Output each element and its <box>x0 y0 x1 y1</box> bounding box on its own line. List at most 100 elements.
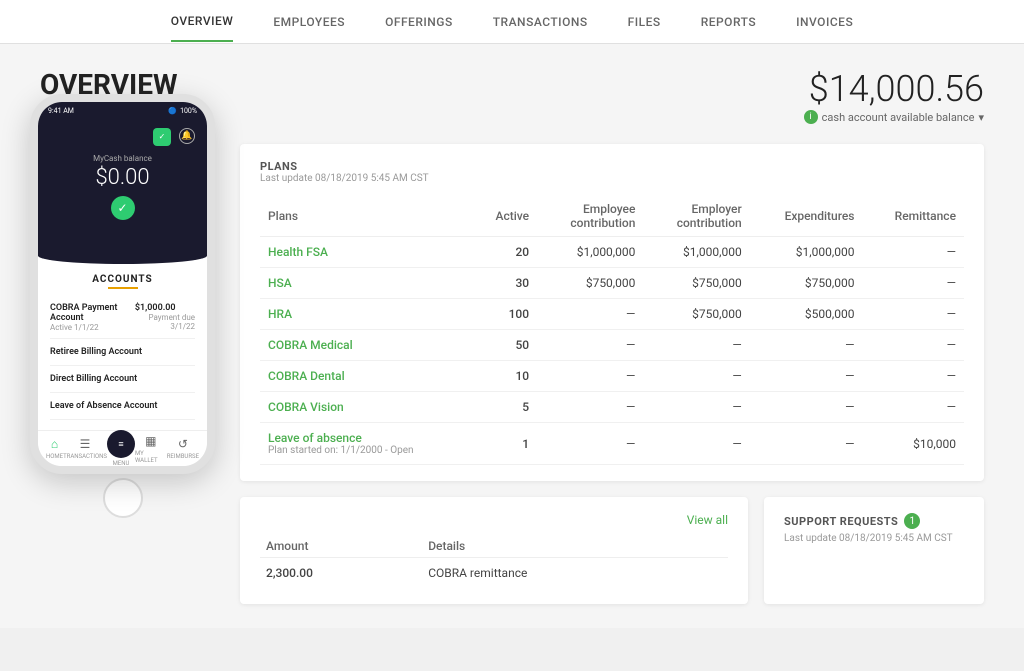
expenditures: — <box>750 423 863 465</box>
top-nav: OVERVIEW EMPLOYEES OFFERINGS TRANSACTION… <box>0 0 1024 44</box>
reimburse-icon: ↺ <box>178 437 188 451</box>
phone-account-direct: Direct Billing Account <box>50 366 195 393</box>
col-details: Details <box>422 535 728 558</box>
phone-account-loa: Leave of Absence Account <box>50 393 195 420</box>
plan-name-link[interactable]: COBRA Vision <box>268 400 344 414</box>
footer-home[interactable]: ⌂ HOME <box>46 437 63 460</box>
employer-contribution: $750,000 <box>643 268 749 299</box>
plan-name-link[interactable]: COBRA Dental <box>268 369 345 383</box>
bell-icon[interactable]: 🔔 <box>179 128 195 144</box>
phone-content: ACCOUNTS COBRA Payment Account Active 1/… <box>38 264 207 430</box>
remittance: — <box>862 237 964 268</box>
footer-transactions[interactable]: ☰ TRANSACTIONS <box>63 437 107 460</box>
table-header-row: Plans Active Employeecontribution Employ… <box>260 196 964 237</box>
plan-name-link[interactable]: Health FSA <box>268 245 328 259</box>
account-amount: $1,000.00 <box>135 303 195 313</box>
menu-button[interactable]: ≡ <box>107 430 135 458</box>
account-amount-block: $1,000.00 Payment due 3/1/22 <box>135 303 195 331</box>
account-info: COBRA Payment Account Active 1/1/22 <box>50 303 135 332</box>
remittance: $10,000 <box>862 423 964 465</box>
plan-name-cell: Health FSA <box>260 237 472 268</box>
transactions-icon: ☰ <box>80 437 91 451</box>
expenditures: $750,000 <box>750 268 863 299</box>
txn-amount: 2,300.00 <box>260 558 422 589</box>
phone-header: ✓ 🔔 MyCash balance $0.00 ✓ <box>38 120 207 248</box>
phone-curve <box>38 248 207 264</box>
plan-name-cell: Leave of absence Plan started on: 1/1/20… <box>260 423 472 465</box>
plans-card: PLANS Last update 08/18/2019 5:45 AM CST… <box>240 144 984 481</box>
expenditures: $500,000 <box>750 299 863 330</box>
col-employee-contribution: Employeecontribution <box>537 196 643 237</box>
nav-invoices[interactable]: INVOICES <box>796 3 853 41</box>
nav-employees[interactable]: EMPLOYEES <box>273 3 345 41</box>
chevron-down-icon: ▾ <box>978 111 984 124</box>
plan-subtext: Plan started on: 1/1/2000 - Open <box>268 445 464 456</box>
plan-name-link[interactable]: COBRA Medical <box>268 338 353 352</box>
phone-account-cobra: COBRA Payment Account Active 1/1/22 $1,0… <box>50 297 195 339</box>
wallet-icon: ▦ <box>145 434 156 448</box>
remittance: — <box>862 361 964 392</box>
employer-contribution: — <box>643 361 749 392</box>
employee-contribution: $750,000 <box>537 268 643 299</box>
plan-name-link[interactable]: Leave of absence <box>268 431 362 445</box>
nav-offerings[interactable]: OFFERINGS <box>385 3 453 41</box>
employer-contribution: $750,000 <box>643 299 749 330</box>
plan-active-count: 30 <box>472 268 537 299</box>
view-all-link[interactable]: View all <box>687 513 728 527</box>
view-all-row: View all <box>260 513 728 527</box>
col-active: Active <box>472 196 537 237</box>
remittance: — <box>862 330 964 361</box>
check-circle-icon[interactable]: ✓ <box>111 196 135 220</box>
phone-mockup: 9:41 AM 🔵 100% ✓ 🔔 MyCash balance $0.00 … <box>30 94 215 522</box>
phone-account-retiree: Retiree Billing Account <box>50 339 195 366</box>
support-header: SUPPORT REQUESTS 1 <box>784 513 964 529</box>
nav-overview[interactable]: OVERVIEW <box>171 2 234 42</box>
expenditures: — <box>750 330 863 361</box>
footer-wallet[interactable]: ▦ MY WALLET <box>135 434 167 464</box>
phone-signal: 🔵 100% <box>168 107 197 115</box>
table-row: Leave of absence Plan started on: 1/1/20… <box>260 423 964 465</box>
footer-menu[interactable]: ≡ MENU <box>107 430 135 467</box>
phone-home-button[interactable] <box>103 478 143 518</box>
employee-contribution: — <box>537 392 643 423</box>
phone-time: 9:41 AM <box>48 107 74 115</box>
employee-contribution: — <box>537 330 643 361</box>
employee-contribution: $1,000,000 <box>537 237 643 268</box>
table-row: COBRA Dental 10 — — — — <box>260 361 964 392</box>
plan-active-count: 1 <box>472 423 537 465</box>
transactions-table: Amount Details 2,300.00 COBRA remittance <box>260 535 728 588</box>
nav-files[interactable]: FILES <box>628 3 661 41</box>
employee-contribution: — <box>537 423 643 465</box>
plan-name-cell: HRA <box>260 299 472 330</box>
phone-home-button-area <box>30 474 215 522</box>
col-amount: Amount <box>260 535 422 558</box>
plan-name-link[interactable]: HRA <box>268 307 292 321</box>
account-sub: Active 1/1/22 <box>50 323 135 332</box>
nav-reports[interactable]: REPORTS <box>701 3 756 41</box>
nav-transactions[interactable]: TRANSACTIONS <box>493 3 588 41</box>
phone-app-icon: ✓ <box>153 128 171 146</box>
account-due: Payment due 3/1/22 <box>135 313 195 331</box>
plan-name-cell: COBRA Vision <box>260 392 472 423</box>
remittance: — <box>862 268 964 299</box>
info-icon: i <box>804 110 818 124</box>
col-plans: Plans <box>260 196 472 237</box>
phone-header-icons: ✓ 🔔 <box>50 128 195 146</box>
footer-reimburse[interactable]: ↺ REIMBURSE <box>167 437 199 460</box>
employer-contribution: — <box>643 423 749 465</box>
phone-accounts-title: ACCOUNTS <box>50 274 195 285</box>
plan-name-link[interactable]: HSA <box>268 276 292 290</box>
table-row: 2,300.00 COBRA remittance <box>260 558 728 589</box>
col-remittance: Remittance <box>862 196 964 237</box>
remittance: — <box>862 299 964 330</box>
balance-section: $14,000.56 i cash account available bala… <box>804 68 984 124</box>
plan-active-count: 5 <box>472 392 537 423</box>
phone-balance-label: MyCash balance <box>50 154 195 163</box>
menu-icon: ≡ <box>118 439 123 450</box>
plan-name-cell: HSA <box>260 268 472 299</box>
phone-balance: $0.00 <box>50 165 195 190</box>
plan-active-count: 100 <box>472 299 537 330</box>
bottom-row: View all Amount Details 2,300.00 COBRA r… <box>240 497 984 604</box>
support-last-updated: Last update 08/18/2019 5:45 AM CST <box>784 533 964 544</box>
expenditures: — <box>750 392 863 423</box>
